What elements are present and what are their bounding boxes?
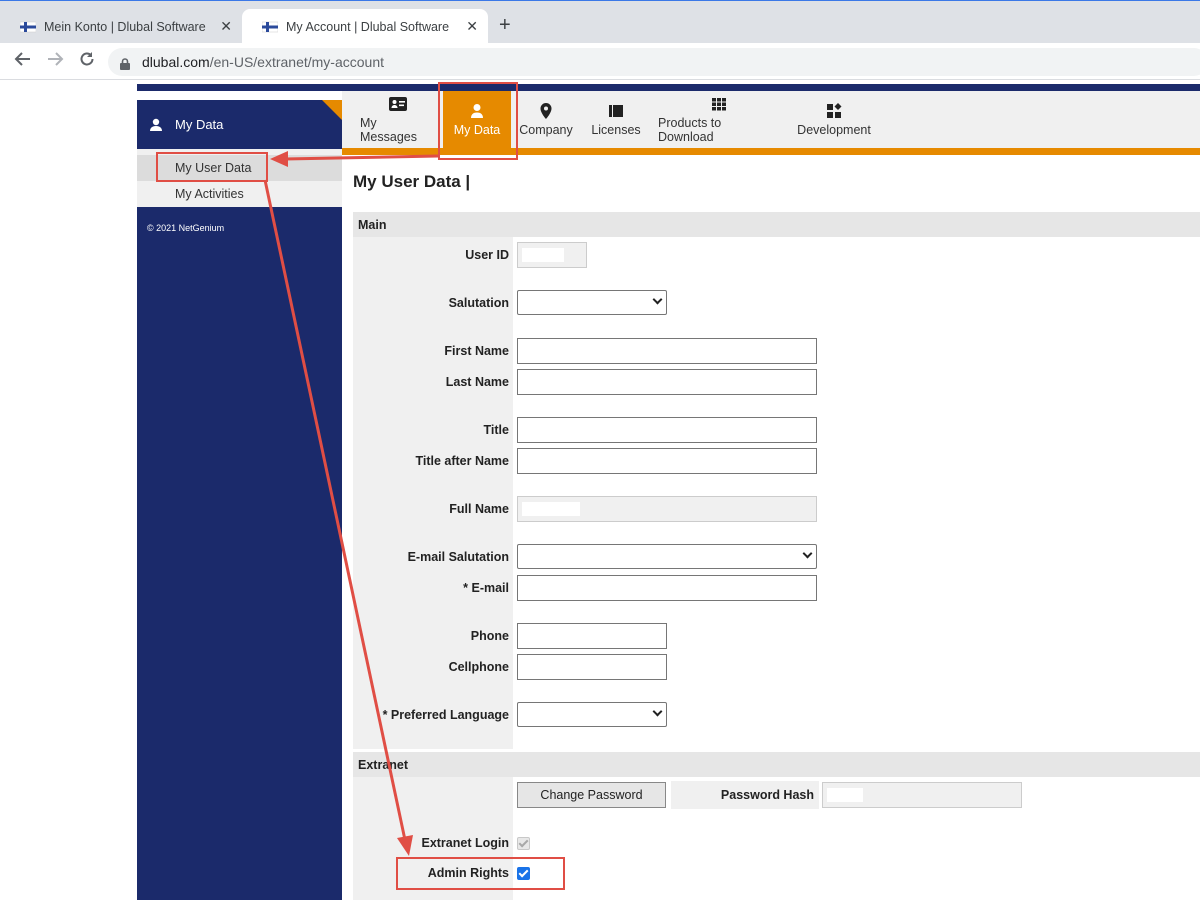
address-bar: dlubal.com/en-US/extranet/my-account [0,43,1200,80]
section-header-extranet: Extranet [353,752,1200,777]
chevron-down-icon [652,294,663,305]
salutation-select[interactable] [517,290,667,315]
chevron-down-icon [652,706,663,717]
title-after-name-field[interactable] [517,448,817,474]
extranet-login-checkbox [517,837,530,850]
email-salutation-label: E-mail Salutation [407,550,509,564]
first-name-label: First Name [444,344,509,358]
title-field[interactable] [517,417,817,443]
license-icon [607,103,625,119]
tab-label: Products to Download [658,115,722,144]
finland-flag-icon [19,19,37,35]
finland-flag-icon [261,19,279,35]
checkmark-icon [518,837,529,848]
page-title: My User Data | [353,172,471,191]
email-salutation-select[interactable] [517,544,817,569]
extranet-login-label: Extranet Login [421,836,509,850]
tab-label: My Messages [360,115,417,144]
sidebar-header[interactable]: My Data [137,100,342,149]
phone-label: Phone [470,629,509,643]
grid-icon [710,96,728,112]
browser-tab-bar: Mein Konto | Dlubal Software ✕ My Accoun… [0,0,1200,44]
tab-licenses[interactable]: Licenses [590,91,642,148]
url-field[interactable]: dlubal.com/en-US/extranet/my-account [108,48,1200,76]
highlight-box-my-data [438,82,518,160]
full-name-field [517,496,817,522]
highlight-box-my-user-data [156,152,268,182]
tab-label: Development [797,122,871,137]
url-domain: dlubal.com [142,54,210,70]
url-path: /en-US/extranet/my-account [209,54,384,70]
highlight-box-admin-rights [396,857,565,890]
close-tab-icon[interactable]: ✕ [466,18,478,35]
title-label: Title [483,423,509,437]
phone-field[interactable] [517,623,667,649]
title-after-name-label: Title after Name [415,454,509,468]
copyright: © 2021 NetGenium [147,223,225,233]
person-icon [149,118,163,132]
preferred-language-label: * Preferred Language [382,708,509,722]
reload-icon[interactable] [78,50,96,73]
browser-tab-inactive[interactable]: Mein Konto | Dlubal Software ✕ [0,9,242,44]
new-tab-button[interactable]: + [499,14,511,37]
salutation-label: Salutation [448,296,509,310]
tab-label: Licenses [591,122,641,137]
tab-label: Company [519,122,573,137]
browser-tab-active[interactable]: My Account | Dlubal Software ✕ [242,9,488,44]
forward-arrow-icon[interactable] [46,50,64,73]
last-name-field[interactable] [517,369,817,395]
first-name-field[interactable] [517,338,817,364]
section-header-main: Main [353,212,1200,237]
sidebar-item-my-activities[interactable]: My Activities [137,181,342,207]
cellphone-field[interactable] [517,654,667,680]
apps-icon [825,102,843,119]
cellphone-label: Cellphone [448,660,509,674]
redaction [522,502,580,516]
map-pin-icon [537,102,555,119]
preferred-language-select[interactable] [517,702,667,727]
tab-title: Mein Konto | Dlubal Software [44,19,206,34]
tab-my-messages[interactable]: My Messages [360,91,436,148]
password-hash-label: Password Hash [720,788,814,802]
tab-title: My Account | Dlubal Software [286,19,450,34]
back-arrow-icon[interactable] [14,50,32,73]
sidebar: My Data My User Data My Activities © 202… [137,100,342,900]
user-id-label: User ID [465,248,509,262]
full-name-label: Full Name [449,502,509,516]
tab-products-to-download[interactable]: Products to Download [658,91,780,148]
redaction [522,248,564,262]
last-name-label: Last Name [445,375,509,389]
redaction [827,788,863,802]
email-field[interactable] [517,575,817,601]
sidebar-header-label: My Data [175,117,224,132]
tab-company[interactable]: Company [518,91,574,148]
top-band [137,84,1200,91]
change-password-button[interactable]: Change Password [517,782,666,808]
tab-development[interactable]: Development [796,91,872,148]
user-id-field [517,242,587,268]
email-label: * E-mail [463,581,509,595]
password-hash-field [822,782,1022,808]
close-tab-icon[interactable]: ✕ [220,18,232,35]
chevron-down-icon [802,548,813,559]
lock-icon [120,57,130,70]
id-card-icon [389,96,407,112]
